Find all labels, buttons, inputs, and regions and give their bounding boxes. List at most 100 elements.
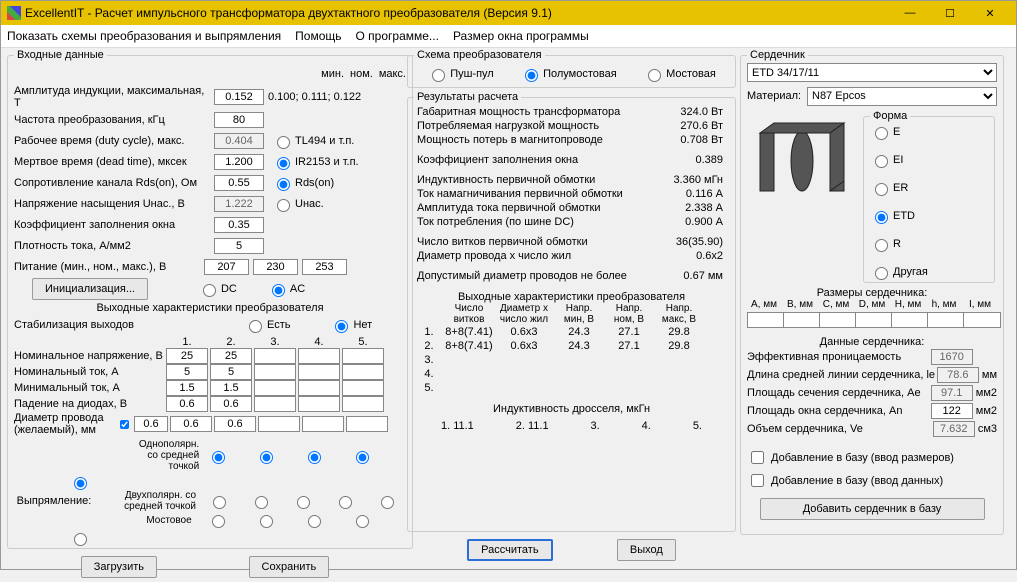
ae-value [931,385,973,401]
inom-2[interactable] [210,364,252,380]
dim-a[interactable] [747,312,785,328]
vnom-1[interactable] [166,348,208,364]
rect3-5[interactable] [74,533,87,546]
jdens-input[interactable] [214,238,264,254]
power-min[interactable] [204,259,249,275]
rect3-2[interactable] [260,515,273,528]
shape-e[interactable] [875,127,888,140]
imin-4[interactable] [298,380,340,396]
vnom-2[interactable] [210,348,252,364]
rect1-1[interactable] [212,451,225,464]
unac-radio[interactable] [277,199,290,212]
add-sizes-check[interactable] [751,451,764,464]
minimize-button[interactable]: — [890,3,930,23]
titlebar: ExcellentIT - Расчет импульсного трансфо… [1,1,1016,25]
diode-3[interactable] [254,396,296,412]
rdson-radio[interactable] [277,178,290,191]
rect2-3[interactable] [297,496,310,509]
menu-schemes[interactable]: Показать схемы преобразования и выпрямле… [7,29,281,43]
diode-4[interactable] [298,396,340,412]
dim-d[interactable] [855,312,893,328]
wdia-5[interactable] [346,416,388,432]
core-image [747,110,857,205]
rect3-3[interactable] [308,515,321,528]
diode-1[interactable] [166,396,208,412]
load-button[interactable]: Загрузить [81,556,157,578]
kfill-input[interactable] [214,217,264,233]
wdia-1[interactable] [170,416,212,432]
imin-3[interactable] [254,380,296,396]
save-button[interactable]: Сохранить [249,556,330,578]
core-select[interactable]: ETD 34/17/11 [747,63,997,82]
imin-1[interactable] [166,380,208,396]
shape-er[interactable] [875,183,888,196]
ve-value [933,421,975,437]
rect2-5[interactable] [381,496,394,509]
ampl-input[interactable] [214,89,264,105]
maximize-button[interactable]: ☐ [930,3,970,23]
inom-3[interactable] [254,364,296,380]
dim-c[interactable] [819,312,857,328]
rect1-3[interactable] [308,451,321,464]
app-window: ExcellentIT - Расчет импульсного трансфо… [0,0,1017,570]
rect1-4[interactable] [356,451,369,464]
material-select[interactable]: N87 Epcos [807,87,997,106]
menu-about[interactable]: О программе... [356,29,439,43]
menu-help[interactable]: Помощь [295,29,341,43]
ir2153-radio[interactable] [277,157,290,170]
vnom-5[interactable] [342,348,384,364]
shape-r[interactable] [875,239,888,252]
wdia-4[interactable] [302,416,344,432]
inom-1[interactable] [166,364,208,380]
dim-h1[interactable] [891,312,929,328]
init-button[interactable]: Инициализация... [32,278,148,300]
vnom-3[interactable] [254,348,296,364]
power-max[interactable] [302,259,347,275]
menu-windowsize[interactable]: Размер окна программы [453,29,589,43]
rect3-1[interactable] [212,515,225,528]
freq-input[interactable] [214,112,264,128]
scheme-fullbridge[interactable] [648,69,661,82]
shape-other[interactable] [875,267,888,280]
dim-i[interactable] [963,312,1001,328]
imin-2[interactable] [210,380,252,396]
rect2-1[interactable] [213,496,226,509]
diode-5[interactable] [342,396,384,412]
wdia-2[interactable] [214,416,256,432]
exit-button[interactable]: Выход [617,539,676,561]
wdia-main[interactable] [134,416,168,432]
vnom-4[interactable] [298,348,340,364]
calculate-button[interactable]: Рассчитать [467,539,552,561]
power-nom[interactable] [253,259,298,275]
scheme-halfbridge[interactable] [525,69,538,82]
shape-ei[interactable] [875,155,888,168]
rds-input[interactable] [214,175,264,191]
imin-5[interactable] [342,380,384,396]
wdia-check[interactable] [120,418,129,431]
an-value[interactable] [931,403,973,419]
rect2-2[interactable] [255,496,268,509]
inom-5[interactable] [342,364,384,380]
stab-yes[interactable] [249,320,262,333]
ac-radio[interactable] [272,284,285,297]
tl494-radio[interactable] [277,136,290,149]
dim-b[interactable] [783,312,821,328]
scheme-pushpull[interactable] [432,69,445,82]
add-core-button[interactable]: Добавить сердечник в базу [760,498,985,520]
shape-etd[interactable] [875,211,888,224]
core-group: Сердечник ETD 34/17/11 Материал:N87 Epco… [740,49,1004,535]
diode-2[interactable] [210,396,252,412]
dim-h2[interactable] [927,312,965,328]
menubar: Показать схемы преобразования и выпрямле… [1,25,1016,48]
wdia-3[interactable] [258,416,300,432]
rect2-4[interactable] [339,496,352,509]
rect3-4[interactable] [356,515,369,528]
rect1-5[interactable] [74,477,87,490]
close-button[interactable]: ✕ [970,3,1010,23]
dead-input[interactable] [214,154,264,170]
inom-4[interactable] [298,364,340,380]
rect1-2[interactable] [260,451,273,464]
add-data-check[interactable] [751,474,764,487]
dc-radio[interactable] [203,284,216,297]
stab-no[interactable] [335,320,348,333]
